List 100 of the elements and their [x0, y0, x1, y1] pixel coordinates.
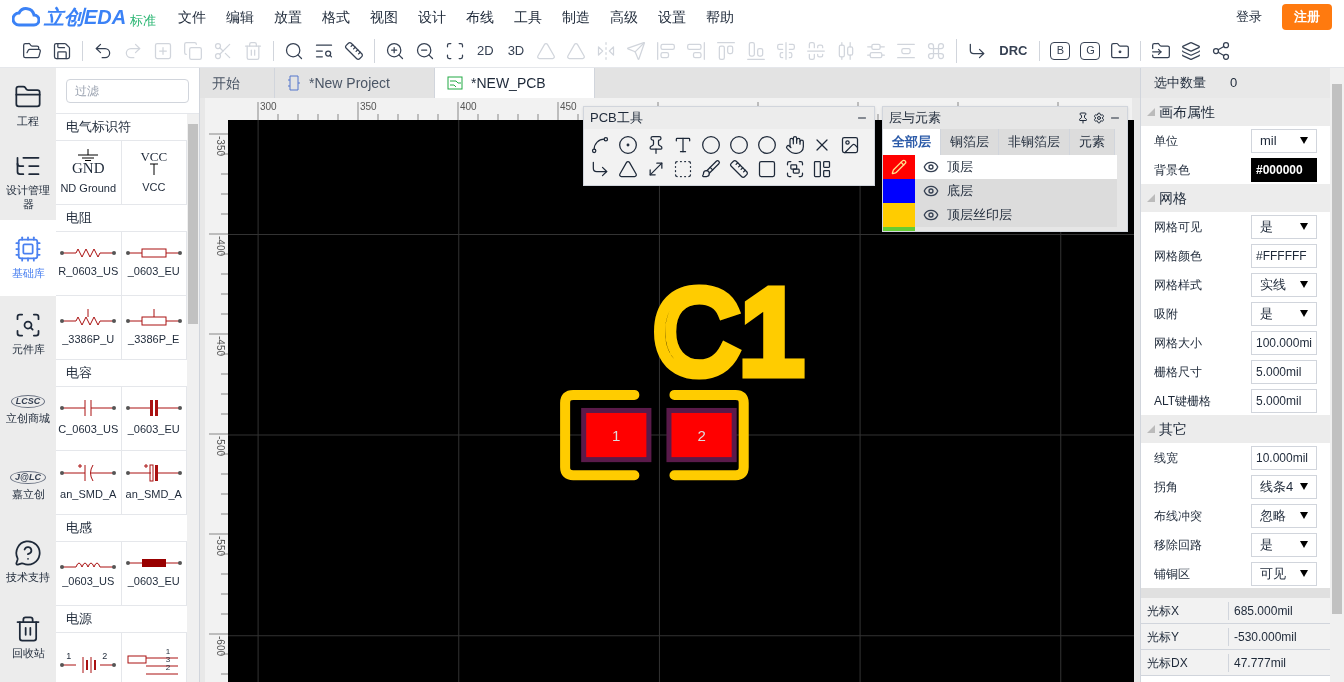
menu-item[interactable]: 设计: [408, 6, 457, 28]
sidebar-tab[interactable]: 基础库: [0, 220, 56, 296]
document-tab[interactable]: *NEW_PCB: [435, 68, 595, 98]
login-link[interactable]: 登录: [1236, 7, 1262, 27]
library-item[interactable]: _0603_US: [56, 542, 122, 606]
toolbar-button[interactable]: B: [1050, 41, 1071, 60]
sidebar-tab[interactable]: 元件库: [0, 296, 56, 372]
search-icon[interactable]: [284, 40, 304, 61]
group-icon[interactable]: [784, 159, 805, 179]
layer-tab[interactable]: 元素: [1070, 129, 1115, 155]
menu-item[interactable]: 帮助: [696, 6, 745, 28]
share-icon[interactable]: [1211, 40, 1232, 61]
line-icon[interactable]: [590, 159, 610, 179]
sidebar-tab[interactable]: 技术支持: [0, 524, 56, 600]
menu-item[interactable]: 高级: [600, 6, 649, 28]
select-field[interactable]: 线条4: [1251, 474, 1317, 499]
arc-icon[interactable]: [701, 135, 722, 155]
fit-view-icon[interactable]: [445, 40, 465, 61]
sidebar-tab[interactable]: 设计管理器: [0, 144, 56, 220]
arc-icon[interactable]: [729, 135, 749, 155]
library-item[interactable]: _3386P_U: [56, 296, 122, 360]
sidebar-tab[interactable]: 工程: [0, 68, 56, 144]
select-field[interactable]: mil: [1251, 128, 1317, 153]
input-field[interactable]: 5.000mil: [1251, 359, 1317, 384]
select-field[interactable]: 可见: [1251, 561, 1317, 586]
eye-icon[interactable]: [923, 183, 939, 199]
toolbar-button[interactable]: 2D: [473, 38, 498, 63]
section-heading[interactable]: 其它: [1141, 415, 1330, 443]
library-item[interactable]: R_0603_US: [56, 232, 122, 296]
eye-icon[interactable]: [923, 159, 939, 175]
folder-import-icon[interactable]: [1151, 40, 1172, 61]
layer-tab[interactable]: 全部层: [883, 129, 941, 155]
sidebar-tab[interactable]: J@LC 嘉立创: [0, 448, 56, 524]
region-icon[interactable]: [701, 159, 722, 179]
color-field[interactable]: #000000: [1251, 157, 1317, 182]
input-field[interactable]: #FFFFFF: [1251, 243, 1317, 268]
layer-color-swatch[interactable]: [883, 155, 915, 179]
menu-item[interactable]: 文件: [168, 6, 217, 28]
menu-item[interactable]: 工具: [504, 6, 553, 28]
sidebar-tab[interactable]: LCSC 立创商城: [0, 372, 56, 448]
library-item[interactable]: 1 2: [56, 633, 122, 682]
pin-icon[interactable]: [1077, 112, 1089, 124]
scrollbar[interactable]: [1330, 68, 1344, 682]
section-heading[interactable]: 网格: [1141, 184, 1330, 212]
hand-icon[interactable]: [784, 135, 805, 155]
layer-color-swatch[interactable]: [883, 203, 915, 227]
zoom-in-icon[interactable]: [385, 40, 405, 61]
eye-icon[interactable]: [923, 207, 939, 223]
rectangle-icon[interactable]: [756, 159, 777, 179]
menu-item[interactable]: 设置: [648, 6, 697, 28]
menu-item[interactable]: 视图: [360, 6, 409, 28]
layer-tab[interactable]: 铜箔层: [941, 129, 999, 155]
filter-field[interactable]: 过滤: [66, 78, 189, 103]
menu-item[interactable]: 格式: [312, 6, 361, 28]
dashed-rect-icon[interactable]: [673, 159, 694, 179]
input-field[interactable]: 5.000mil: [1251, 388, 1317, 413]
menu-item[interactable]: 编辑: [216, 6, 265, 28]
section-heading[interactable]: 画布属性: [1141, 98, 1330, 126]
via-icon[interactable]: [617, 135, 638, 155]
scrollbar[interactable]: [187, 114, 199, 682]
menu-item[interactable]: 布线: [456, 6, 505, 28]
select-field[interactable]: 是: [1251, 301, 1317, 326]
layer-row[interactable]: 顶层: [883, 155, 1117, 179]
designator-label[interactable]: C1: [653, 265, 805, 398]
toolbar-button[interactable]: G: [1080, 41, 1101, 60]
toolbar-button[interactable]: 3D: [503, 38, 529, 63]
folder-target-icon[interactable]: [1110, 40, 1131, 61]
ruler-icon[interactable]: [729, 159, 749, 179]
copper-area-icon[interactable]: [812, 159, 833, 179]
select-field[interactable]: 实线: [1251, 272, 1317, 297]
layer-tab[interactable]: 非铜箔层: [999, 129, 1070, 155]
sidebar-tab[interactable]: 回收站: [0, 600, 56, 676]
folder-icon[interactable]: [22, 40, 42, 61]
select-field[interactable]: 忽略: [1251, 503, 1317, 528]
library-item[interactable]: GND ND Ground: [56, 141, 122, 205]
select-field[interactable]: 是: [1251, 532, 1317, 557]
toolbar-button[interactable]: DRC: [995, 38, 1032, 63]
readout-label: 光标Y: [1141, 627, 1229, 646]
angle-icon[interactable]: [617, 159, 638, 179]
settings-icon[interactable]: [1093, 112, 1105, 124]
menu-item[interactable]: 制造: [552, 6, 601, 28]
layers-icon[interactable]: [1181, 40, 1202, 61]
image-icon[interactable]: [840, 135, 861, 155]
input-field[interactable]: 10.000mil: [1251, 445, 1317, 470]
menu-item[interactable]: 放置: [264, 6, 313, 28]
layer-color-swatch[interactable]: [883, 179, 915, 203]
track-icon[interactable]: [590, 135, 610, 155]
dropdown-icon: [1300, 512, 1308, 519]
layer-row[interactable]: 底层: [883, 179, 1117, 203]
layer-row[interactable]: 顶层丝印层: [883, 203, 1117, 227]
input-field[interactable]: 100.000mi: [1251, 330, 1317, 355]
field-label: 背景色: [1154, 161, 1191, 179]
library-item[interactable]: an_SMD_A: [56, 451, 122, 515]
select-field[interactable]: 是: [1251, 214, 1317, 239]
zoom-out-icon[interactable]: [415, 40, 435, 61]
trash-icon: [14, 615, 42, 644]
save-icon[interactable]: [52, 40, 72, 61]
library-item[interactable]: C_0603_US: [56, 387, 122, 451]
ruler-icon[interactable]: [344, 40, 364, 61]
circle-icon[interactable]: [756, 135, 777, 155]
